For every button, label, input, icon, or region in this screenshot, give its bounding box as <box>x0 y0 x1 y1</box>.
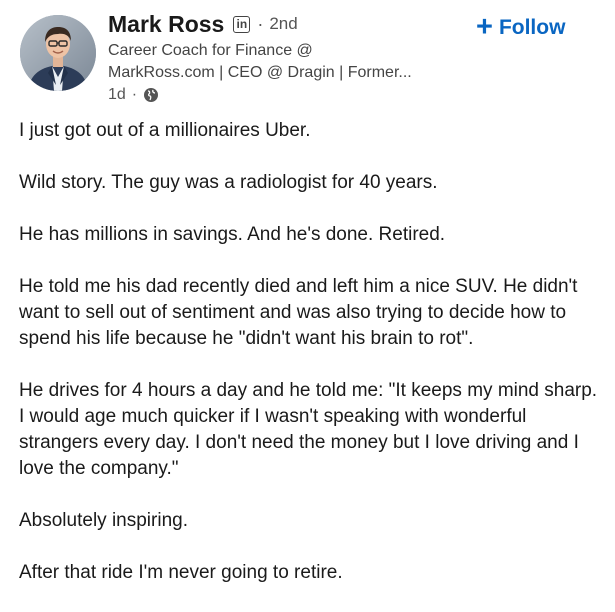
post-paragraph: He drives for 4 hours a day and he told … <box>19 380 598 479</box>
separator-dot: · <box>131 86 138 103</box>
post-paragraph: I just got out of a millionaires Uber. <box>19 120 311 141</box>
follow-button[interactable]: + Follow <box>470 12 571 44</box>
connection-degree: 2nd <box>269 14 298 33</box>
author-headline: Career Coach for Finance @ MarkRoss.com … <box>108 40 488 83</box>
post-time: 1d <box>108 86 126 103</box>
separator-dot: · <box>257 13 264 34</box>
post-paragraph: After that ride I'm never going to retir… <box>19 562 343 583</box>
plus-icon: + <box>476 10 493 43</box>
linkedin-post: Mark Ross in · 2nd Career Coach for Fina… <box>0 0 615 600</box>
post-paragraph: Wild story. The guy was a radiologist fo… <box>19 172 438 193</box>
headline-line-2: MarkRoss.com | CEO @ Dragin | Former... <box>108 63 412 81</box>
headline-line-1: Career Coach for Finance @ <box>108 42 313 59</box>
post-body: I just got out of a millionaires Uber. W… <box>19 118 599 612</box>
globe-icon <box>143 87 159 103</box>
author-name[interactable]: Mark Ross <box>108 11 224 38</box>
author-info: Mark Ross in · 2nd Career Coach for Fina… <box>108 9 488 106</box>
author-name-row: Mark Ross in · 2nd <box>108 9 488 39</box>
post-paragraph: Absolutely inspiring. <box>19 510 188 531</box>
author-photo <box>20 15 96 91</box>
author-avatar[interactable] <box>20 15 96 91</box>
post-meta: 1d · <box>108 84 488 106</box>
follow-label: Follow <box>498 16 566 39</box>
post-paragraph: He told me his dad recently died and lef… <box>19 276 578 349</box>
post-paragraph: He has millions in savings. And he's don… <box>19 224 446 245</box>
linkedin-icon: in <box>233 15 251 33</box>
